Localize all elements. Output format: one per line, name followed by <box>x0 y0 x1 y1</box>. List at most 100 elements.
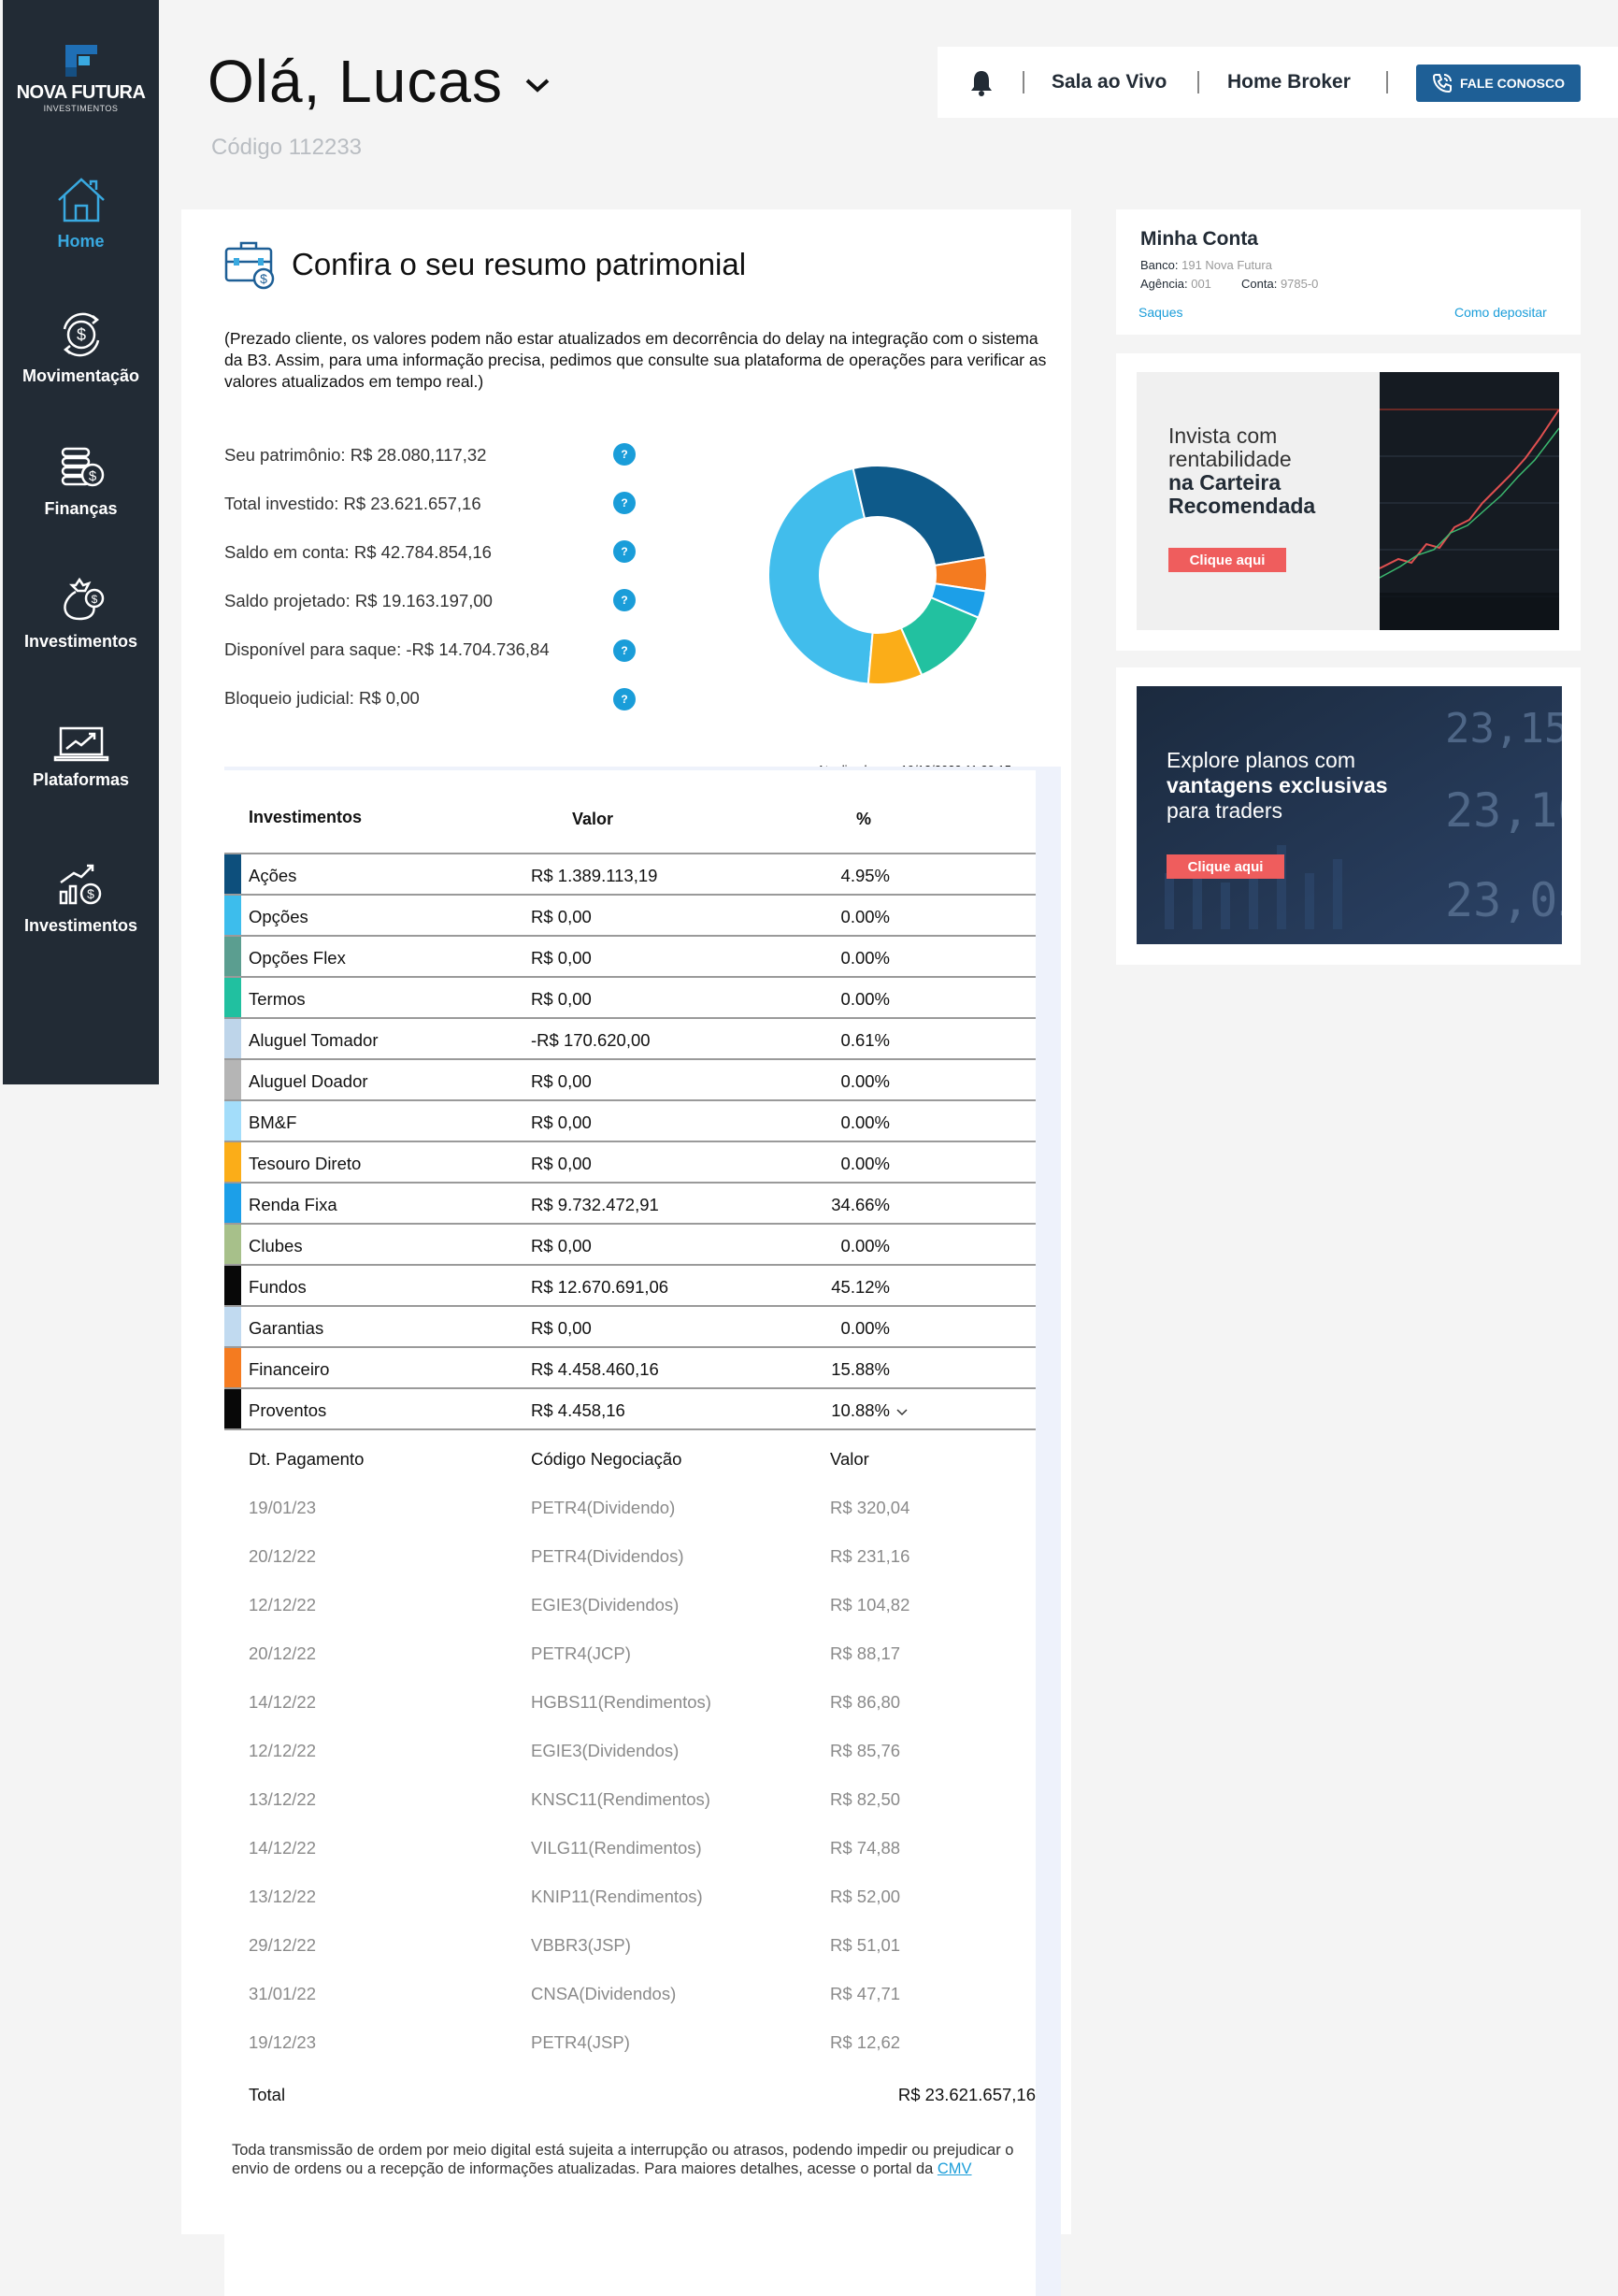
table-row[interactable]: Proventos R$ 4.458,16 10.88% <box>224 1389 1036 1430</box>
proventos-row: 13/12/22 KNSC11(Rendimentos) R$ 82,50 <box>224 1789 1036 1817</box>
row-value: -R$ 170.620,00 <box>531 1030 651 1050</box>
trading-code: PETR4(Dividendo) <box>531 1498 676 1517</box>
bell-icon[interactable] <box>969 69 994 97</box>
payment-date: 20/12/22 <box>249 1546 317 1566</box>
payment-date: 29/12/22 <box>249 1935 317 1955</box>
chevron-down-icon[interactable] <box>895 1408 909 1417</box>
sidebar-item-plataformas[interactable]: Plataformas <box>3 725 159 790</box>
ticker-text: 23,050 <box>1445 873 1562 927</box>
table-row: BM&F R$ 0,00 0.00% <box>224 1101 1036 1142</box>
row-name: BM&F <box>249 1112 297 1132</box>
brand-sub: INVESTIMENTOS <box>43 104 119 113</box>
payment-value: R$ 104,82 <box>830 1595 910 1614</box>
payment-value: R$ 82,50 <box>830 1789 901 1809</box>
sidebar-label-investimentos: Investimentos <box>23 632 138 651</box>
row-name: Aluguel Doador <box>249 1071 368 1091</box>
trading-code: HGBS11(Rendimentos) <box>531 1692 711 1712</box>
color-swatch <box>224 1225 241 1264</box>
proventos-row: 12/12/22 EGIE3(Dividendos) R$ 104,82 <box>224 1595 1036 1623</box>
proventos-row: 12/12/22 EGIE3(Dividendos) R$ 85,76 <box>224 1741 1036 1769</box>
table-row: Aluguel Tomador -R$ 170.620,00 0.61% <box>224 1019 1036 1060</box>
saques-link[interactable]: Saques <box>1138 305 1182 320</box>
sidebar-label-movimentacao: Movimentação <box>21 366 140 385</box>
banner-traders-cta[interactable]: Clique aqui <box>1167 854 1284 879</box>
help-icon[interactable]: ? <box>613 589 636 611</box>
row-name: Clubes <box>249 1236 303 1256</box>
stock-chart-photo <box>1380 372 1559 630</box>
row-name: Tesouro Direto <box>249 1154 362 1173</box>
top-bar: Sala ao Vivo Home Broker FALE CONOSCO <box>938 47 1618 118</box>
footer-text: Toda transmissão de ordem por meio digit… <box>232 2142 1014 2177</box>
color-swatch <box>224 1307 241 1346</box>
sidebar-item-home[interactable]: Home <box>3 176 159 251</box>
row-pct: 0.00% <box>840 989 890 1009</box>
table-row: Fundos R$ 12.670.691,06 45.12% <box>224 1266 1036 1307</box>
row-value: R$ 9.732.472,91 <box>531 1195 659 1214</box>
row-pct: 0.00% <box>840 1236 890 1256</box>
color-swatch <box>224 1101 241 1141</box>
sidebar-item-movimentacao[interactable]: $ Movimentação <box>3 310 159 386</box>
trading-code: VBBR3(JSP) <box>531 1935 631 1955</box>
summary-item: Seu patrimônio: R$ 28.080,117,32 <box>224 445 487 465</box>
proventos-row: 29/12/22 VBBR3(JSP) R$ 51,01 <box>224 1935 1036 1963</box>
row-value: R$ 0,00 <box>531 989 592 1009</box>
row-pct: 10.88% <box>831 1400 890 1420</box>
como-depositar-link[interactable]: Como depositar <box>1454 305 1547 320</box>
payment-value: R$ 12,62 <box>830 2032 901 2052</box>
proventos-row: 13/12/22 KNIP11(Rendimentos) R$ 52,00 <box>224 1887 1036 1915</box>
payment-date: 20/12/22 <box>249 1643 317 1663</box>
total-row: Total R$ 23.621.657,16 <box>224 2085 1036 2113</box>
banner-traders[interactable]: 23,150 23,100 23,050 Explore planos com … <box>1116 667 1581 965</box>
table-row: Ações R$ 1.389.113,19 4.95% <box>224 854 1036 896</box>
logo[interactable]: NOVA FUTURA INVESTIMENTOS <box>3 45 159 113</box>
row-pct: 0.00% <box>840 1112 890 1132</box>
row-pct: 0.00% <box>840 948 890 968</box>
payment-value: R$ 85,76 <box>830 1741 901 1760</box>
cmv-link[interactable]: CMV <box>938 2160 972 2177</box>
svg-text:$: $ <box>76 325 85 344</box>
color-swatch <box>224 896 241 935</box>
sidebar-item-investimentos-2[interactable]: $ Investimentos <box>3 860 159 936</box>
footer-note: Toda transmissão de ordem por meio digit… <box>232 2141 1054 2178</box>
banner-carteira-cta[interactable]: Clique aqui <box>1168 548 1286 572</box>
color-swatch <box>224 978 241 1017</box>
payment-date: 14/12/22 <box>249 1838 317 1858</box>
trading-code: KNIP11(Rendimentos) <box>531 1887 703 1906</box>
help-icon[interactable]: ? <box>613 540 636 563</box>
home-broker-link[interactable]: Home Broker <box>1227 71 1351 93</box>
donut-slice-1 <box>852 465 987 567</box>
table-row: Opções R$ 0,00 0.00% <box>224 896 1036 937</box>
table-row: Garantias R$ 0,00 0.00% <box>224 1307 1036 1348</box>
trading-code: EGIE3(Dividendos) <box>531 1741 680 1760</box>
sala-ao-vivo-link[interactable]: Sala ao Vivo <box>1052 71 1167 93</box>
table-row: Tesouro Direto R$ 0,00 0.00% <box>224 1142 1036 1184</box>
header-pct: % <box>856 810 872 828</box>
payment-date: 14/12/22 <box>249 1692 317 1712</box>
help-icon[interactable]: ? <box>613 492 636 514</box>
banner-carteira[interactable]: Invista com rentabilidade na Carteira Re… <box>1116 353 1581 651</box>
banner-traders-image: 23,150 23,100 23,050 Explore planos com … <box>1137 686 1562 944</box>
account-card: Minha Conta Banco: 191 Nova Futura Agênc… <box>1116 209 1581 335</box>
proventos-row: 31/01/22 CNSA(Dividendos) R$ 47,71 <box>224 1984 1036 2012</box>
table-row: Renda Fixa R$ 9.732.472,91 34.66% <box>224 1184 1036 1225</box>
row-value: R$ 0,00 <box>531 1112 592 1132</box>
sidebar-item-financas[interactable]: $ Finanças <box>3 443 159 519</box>
agency-label: Agência: <box>1140 277 1188 291</box>
color-swatch <box>224 937 241 976</box>
header-code: Código Negociação <box>531 1449 682 1469</box>
row-value: R$ 0,00 <box>531 907 592 926</box>
sidebar-item-investimentos[interactable]: $ Investimentos <box>3 576 159 652</box>
payment-value: R$ 88,17 <box>830 1643 901 1663</box>
row-value: R$ 4.458.460,16 <box>531 1359 659 1379</box>
row-pct: 0.00% <box>840 907 890 926</box>
row-value: R$ 0,00 <box>531 1236 592 1256</box>
row-name: Garantias <box>249 1318 324 1338</box>
help-icon[interactable]: ? <box>613 639 636 662</box>
contact-button[interactable]: FALE CONOSCO <box>1416 65 1581 102</box>
row-pct: 0.00% <box>840 1318 890 1338</box>
color-swatch <box>224 1060 241 1099</box>
help-icon[interactable]: ? <box>613 688 636 710</box>
divider <box>1023 71 1024 93</box>
chevron-down-icon[interactable] <box>523 77 551 95</box>
help-icon[interactable]: ? <box>613 443 636 466</box>
